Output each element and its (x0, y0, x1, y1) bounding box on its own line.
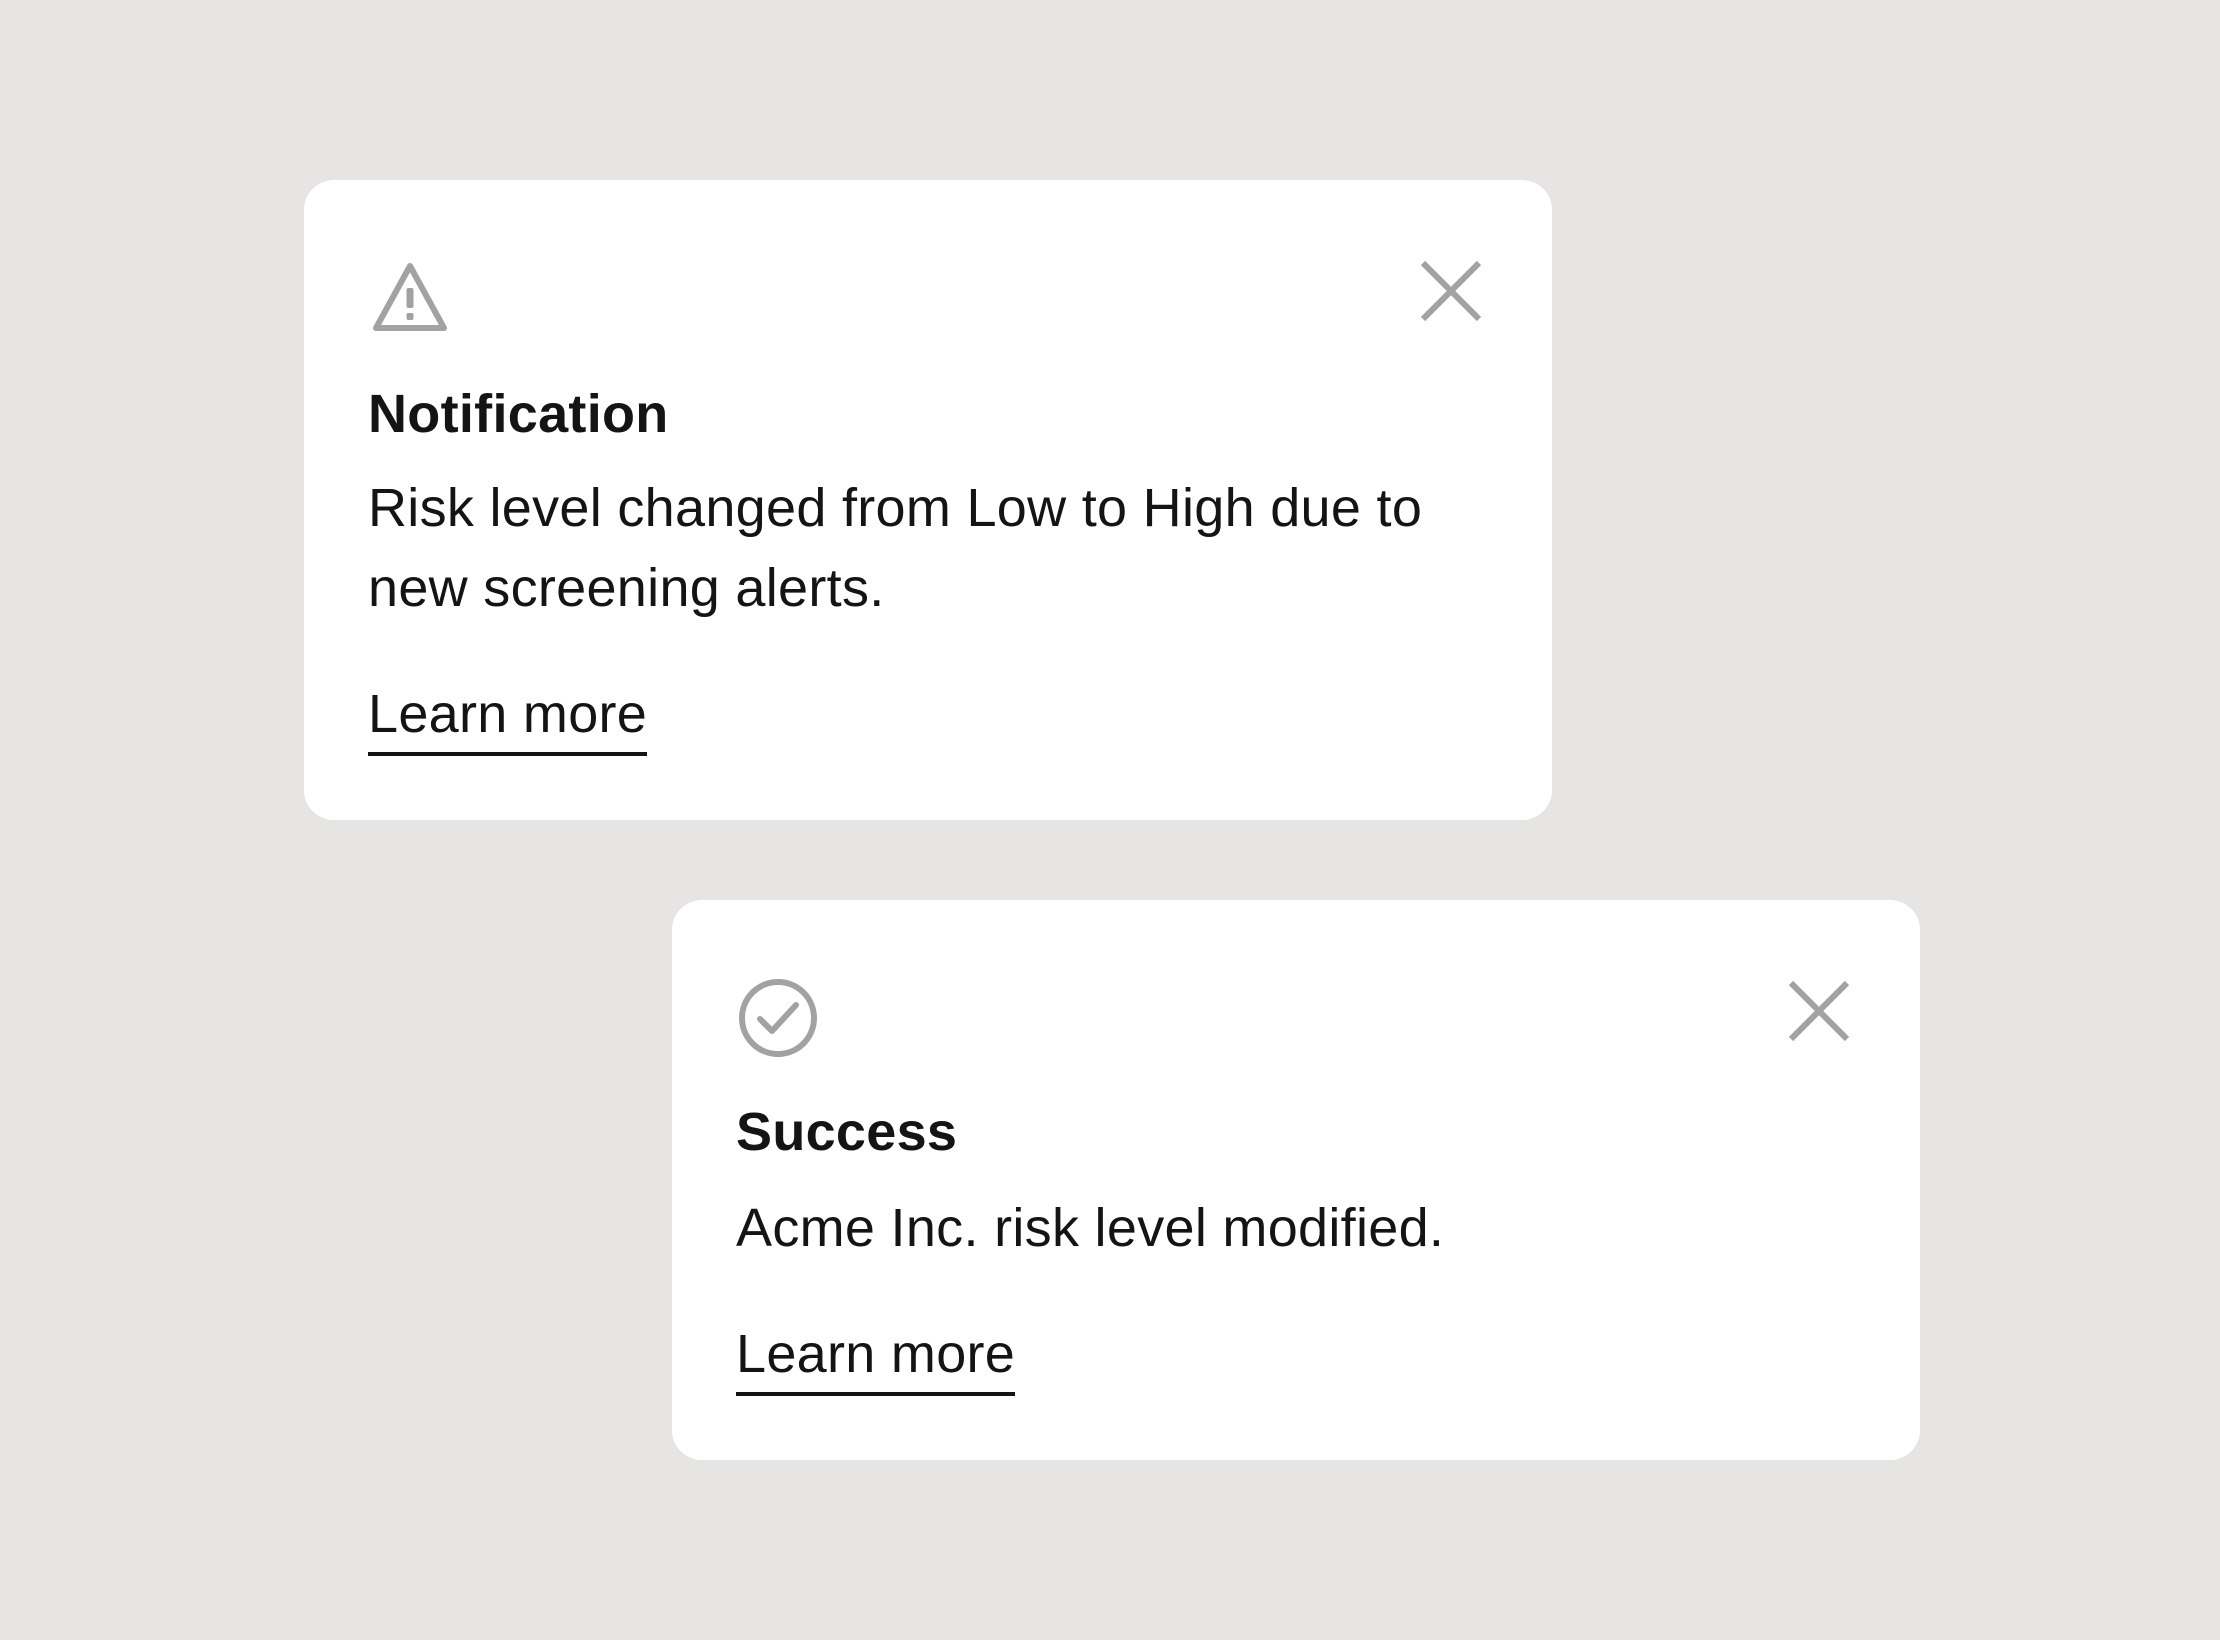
canvas: Notification Risk level changed from Low… (0, 0, 2220, 1640)
toast-message: Acme Inc. risk level modified. (736, 1198, 1445, 1258)
toast-message: Risk level changed from Low to High due … (368, 478, 1423, 618)
toast-title: Notification (368, 384, 669, 444)
notification-toast: Notification Risk level changed from Low… (304, 180, 1552, 820)
close-button[interactable] (1786, 978, 1852, 1044)
success-toast: Success Acme Inc. risk level modified. L… (672, 900, 1920, 1460)
warning-triangle-icon (373, 263, 447, 331)
check-circle-icon (739, 979, 817, 1057)
close-icon (1788, 980, 1850, 1042)
close-button[interactable] (1418, 258, 1484, 324)
learn-more-link[interactable]: Learn more (368, 682, 648, 756)
toast-title: Success (736, 1102, 958, 1162)
learn-more-link[interactable]: Learn more (736, 1322, 1016, 1396)
close-icon (1420, 260, 1482, 322)
